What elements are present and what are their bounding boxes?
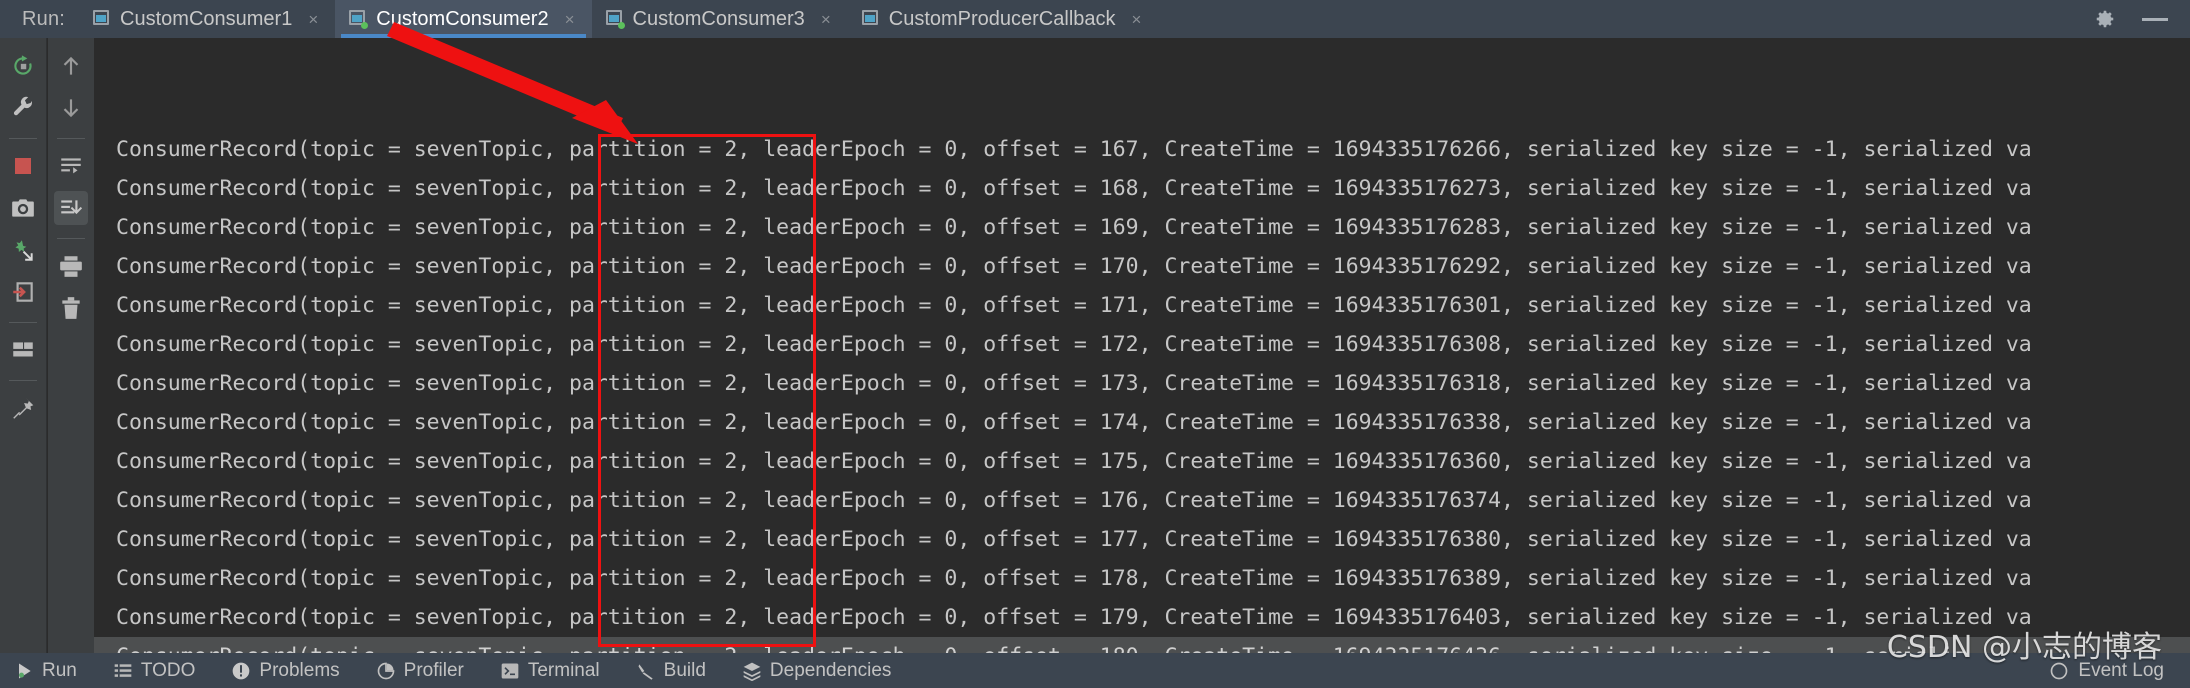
statusbar-label: Dependencies (769, 659, 892, 681)
statusbar-label: Problems (259, 659, 340, 681)
pin-icon[interactable] (6, 391, 40, 425)
todo-list-icon (113, 661, 133, 681)
statusbar-item-run[interactable]: Run (0, 660, 95, 682)
arrow-up-icon[interactable] (54, 49, 88, 83)
run-toolbar-secondary (48, 38, 94, 653)
tab-close-icon[interactable]: × (818, 9, 834, 30)
console-line: ConsumerRecord(topic = sevenTopic, parti… (116, 488, 2032, 513)
soft-wrap-icon[interactable] (54, 149, 88, 183)
toolbar-separator (9, 380, 37, 381)
console-output[interactable]: ConsumerRecord(topic = sevenTopic, parti… (94, 38, 2190, 653)
print-icon[interactable] (54, 249, 88, 283)
tab-customconsumer3[interactable]: CustomConsumer3 × (592, 0, 848, 38)
profiler-icon (376, 661, 396, 681)
console-line: ConsumerRecord(topic = sevenTopic, parti… (116, 137, 2032, 162)
console-line: ConsumerRecord(topic = sevenTopic, parti… (116, 254, 2032, 279)
tab-close-icon[interactable]: × (1129, 9, 1145, 30)
scroll-to-end-icon[interactable] (54, 191, 88, 225)
layout-icon[interactable] (6, 333, 40, 367)
stop-icon[interactable] (6, 149, 40, 183)
run-play-icon (14, 661, 34, 681)
tab-label: CustomConsumer3 (632, 7, 805, 30)
run-tool-window-tabbar: Run: CustomConsumer1 × CustomConsumer2 ×… (0, 0, 2190, 38)
camera-icon[interactable] (6, 191, 40, 225)
toolbar-separator (57, 238, 85, 239)
problems-icon (231, 661, 251, 681)
console-line: ConsumerRecord(topic = sevenTopic, parti… (116, 527, 2032, 552)
tab-customconsumer2[interactable]: CustomConsumer2 × (335, 0, 592, 38)
statusbar-label: Terminal (527, 659, 600, 681)
console-line-selected: ConsumerRecord(topic = sevenTopic, parti… (94, 637, 2190, 653)
console-line: ConsumerRecord(topic = sevenTopic, parti… (116, 410, 2032, 435)
gear-icon[interactable] (2094, 8, 2116, 30)
toolbar-separator (57, 138, 85, 139)
run-config-running-icon (605, 10, 625, 29)
rerun-icon[interactable] (6, 49, 40, 83)
run-config-icon (93, 10, 111, 28)
exit-icon[interactable] (6, 275, 40, 309)
arrow-down-icon[interactable] (54, 91, 88, 125)
statusbar-label: Build (663, 659, 706, 681)
bottom-status-bar: Run TODO Problems Profiler Terminal Buil… (0, 653, 2190, 688)
statusbar-item-terminal[interactable]: Terminal (482, 660, 618, 682)
console-line: ConsumerRecord(topic = sevenTopic, parti… (116, 176, 2032, 201)
statusbar-item-todo[interactable]: TODO (95, 660, 214, 682)
tab-close-icon[interactable]: × (305, 9, 321, 30)
terminal-icon (500, 661, 520, 681)
toolbar-separator (9, 138, 37, 139)
statusbar-label: Event Log (2078, 659, 2164, 681)
wrench-icon[interactable] (6, 91, 40, 125)
console-line: ConsumerRecord(topic = sevenTopic, parti… (116, 566, 2032, 591)
statusbar-label: TODO (140, 659, 196, 681)
ide-run-window: Run: CustomConsumer1 × CustomConsumer2 ×… (0, 0, 2190, 688)
trash-icon[interactable] (54, 291, 88, 325)
window-controls (2094, 0, 2190, 38)
statusbar-item-dependencies[interactable]: Dependencies (724, 660, 909, 682)
thread-dump-icon[interactable] (6, 233, 40, 267)
console-line: ConsumerRecord(topic = sevenTopic, parti… (116, 215, 2032, 240)
console-line: ConsumerRecord(topic = sevenTopic, parti… (116, 293, 2032, 318)
run-tool-window-label: Run: (22, 7, 66, 30)
statusbar-label: Run (42, 659, 77, 681)
statusbar-item-build[interactable]: Build (618, 660, 724, 682)
statusbar-item-event-log[interactable]: Event Log (2049, 660, 2190, 682)
run-config-icon (861, 10, 880, 28)
console-line: ConsumerRecord(topic = sevenTopic, parti… (116, 605, 2032, 630)
build-hammer-icon (636, 661, 656, 681)
tab-label: CustomProducerCallback (888, 7, 1116, 30)
tab-customconsumer1[interactable]: CustomConsumer1 × (79, 0, 335, 38)
tab-close-icon[interactable]: × (562, 9, 578, 30)
minimize-icon[interactable] (2142, 17, 2168, 21)
dependencies-icon (742, 661, 762, 681)
tab-label: CustomConsumer2 (376, 7, 549, 30)
statusbar-label: Profiler (403, 659, 464, 681)
toolbar-separator (9, 322, 37, 323)
run-config-running-icon (349, 10, 369, 29)
console-line: ConsumerRecord(topic = sevenTopic, parti… (116, 371, 2032, 396)
console-line: ConsumerRecord(topic = sevenTopic, parti… (116, 449, 2032, 474)
statusbar-item-profiler[interactable]: Profiler (358, 660, 482, 682)
statusbar-item-problems[interactable]: Problems (213, 660, 357, 682)
console-line: ConsumerRecord(topic = sevenTopic, parti… (116, 332, 2032, 357)
event-log-icon (2049, 661, 2069, 681)
run-toolbar-primary (0, 38, 47, 653)
tab-label: CustomConsumer1 (120, 7, 293, 30)
tab-customproducercallback[interactable]: CustomProducerCallback × (848, 0, 1159, 38)
